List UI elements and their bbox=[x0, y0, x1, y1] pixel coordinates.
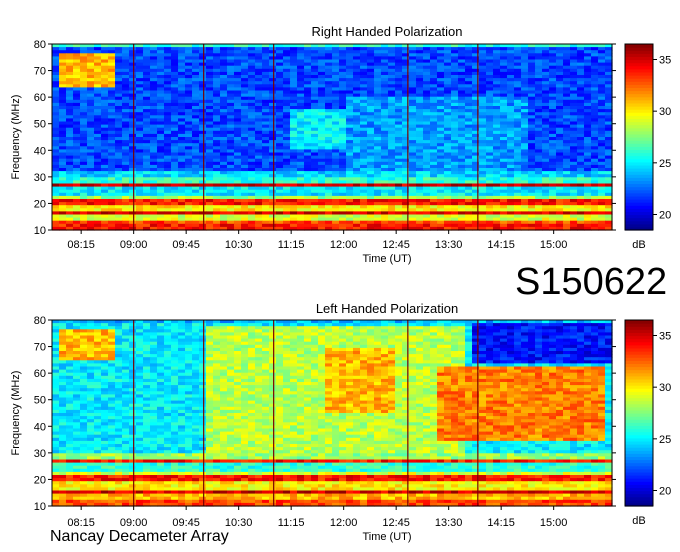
x-tick-label: 09:00 bbox=[120, 239, 148, 251]
y-tick-label: 20 bbox=[34, 198, 46, 210]
panel-1-heatmap bbox=[52, 44, 613, 231]
colorbar-label: dB bbox=[632, 239, 645, 251]
x-tick-label: 14:15 bbox=[487, 239, 515, 251]
x-tick-label: 15:00 bbox=[540, 239, 568, 251]
x-tick-label: 11:15 bbox=[278, 239, 305, 251]
x-tick-label: 08:15 bbox=[67, 239, 95, 251]
y-tick-label: 50 bbox=[34, 119, 46, 131]
colorbar-tick-label: 35 bbox=[659, 55, 671, 67]
y-axis-label: Frequency (MHz) bbox=[10, 95, 22, 180]
y-tick-label: 30 bbox=[34, 172, 46, 184]
x-tick-label: 13:30 bbox=[435, 239, 463, 251]
colorbar-tick-label: 30 bbox=[659, 106, 671, 118]
colorbar-tick-label: 25 bbox=[659, 158, 671, 170]
panel-1-title: Right Handed Polarization bbox=[311, 24, 462, 39]
x-tick-label: 10:30 bbox=[225, 239, 253, 251]
panel-1-colorbar bbox=[625, 44, 653, 231]
y-tick-label: 40 bbox=[34, 145, 46, 157]
colorbar-tick-label: 20 bbox=[659, 210, 671, 222]
y-tick-label: 10 bbox=[34, 225, 46, 237]
x-tick-label: 12:00 bbox=[330, 239, 358, 251]
y-tick-label: 70 bbox=[34, 66, 46, 78]
x-tick-label: 09:45 bbox=[172, 239, 200, 251]
x-axis-label: Time (UT) bbox=[362, 253, 411, 265]
x-tick-label: 12:45 bbox=[382, 239, 410, 251]
colorbar-swatch bbox=[625, 44, 653, 48]
panel-2-heatmap bbox=[52, 320, 613, 507]
y-tick-label: 80 bbox=[34, 39, 46, 51]
y-tick-label: 60 bbox=[34, 92, 46, 104]
